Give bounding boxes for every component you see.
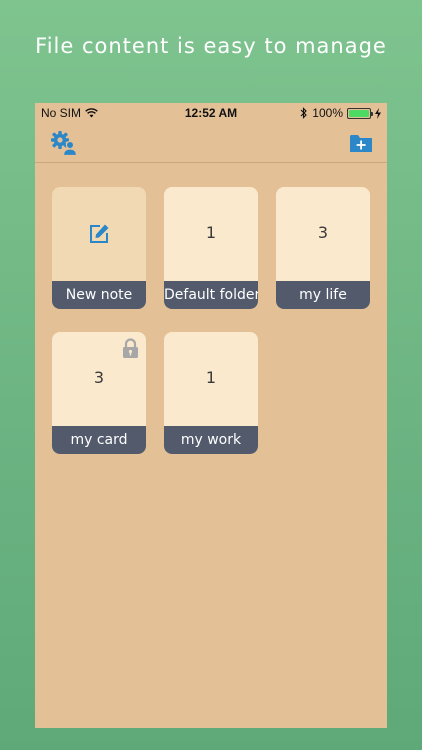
lock-icon [123,338,138,358]
folder-count: 1 [205,368,217,387]
folder-label: New note [52,281,146,309]
bluetooth-icon [300,107,308,119]
battery-percent: 100% [312,106,343,120]
folder-count: 3 [93,368,105,387]
add-folder-icon[interactable] [349,132,373,154]
navigation-bar [35,123,387,163]
phone-screen: No SIM 12:52 AM 100% New note 1 Default … [35,103,387,728]
folder-count: 3 [317,223,329,242]
folder-label: my work [164,426,258,454]
battery-icon [347,107,373,119]
folder-card-my-card[interactable]: 3 my card [52,332,146,454]
charging-bolt-icon [375,107,381,119]
status-right: 100% [300,106,381,120]
folder-label: my card [52,426,146,454]
settings-user-icon[interactable] [50,130,78,156]
promo-headline: File content is easy to manage [35,34,387,58]
folder-card-my-life[interactable]: 3 my life [276,187,370,309]
new-note-card[interactable]: New note [52,187,146,309]
folder-count: 1 [205,223,217,242]
compose-icon [90,224,109,243]
folder-label: Default folder [164,281,258,309]
battery-fill [349,109,369,117]
folder-card-my-work[interactable]: 1 my work [164,332,258,454]
folder-card-default[interactable]: 1 Default folder [164,187,258,309]
folder-label: my life [276,281,370,309]
status-bar: No SIM 12:52 AM 100% [35,103,387,123]
